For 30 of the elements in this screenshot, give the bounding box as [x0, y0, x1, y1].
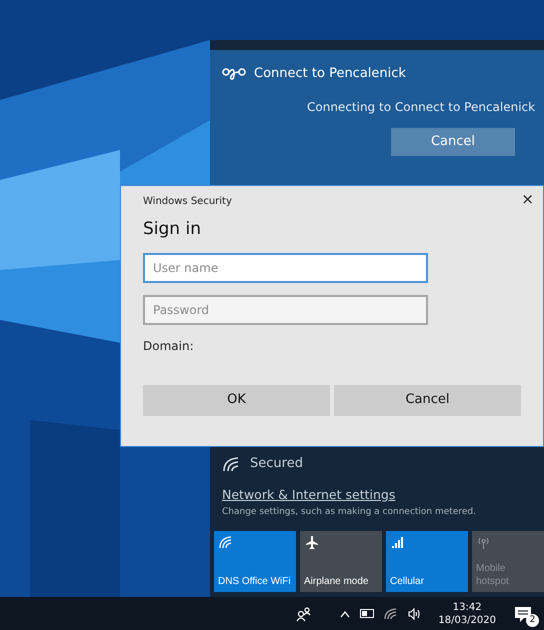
password-field[interactable]: Password [143, 294, 428, 324]
wifi-icon[interactable] [384, 608, 398, 620]
settings-hint: Change settings, such as making a connection metered. [222, 506, 477, 518]
clock-time[interactable]: 13:42 [438, 600, 496, 614]
dialog-title: Windows Security [143, 195, 233, 209]
signal-bars-icon [390, 535, 405, 550]
quick-action-tile[interactable]: DNS Office WiFi [214, 531, 296, 592]
cancel-button[interactable]: Cancel [391, 128, 515, 156]
network-icon [222, 66, 246, 81]
caret-icon[interactable] [340, 610, 350, 618]
antenna-icon [476, 535, 491, 550]
clock-date[interactable]: 18/03/2020 [438, 614, 496, 626]
people-icon[interactable] [296, 606, 312, 622]
battery-icon[interactable] [360, 609, 374, 618]
dialog-heading: Sign in [143, 218, 202, 241]
ok-button[interactable]: OK [143, 384, 330, 416]
airplane-icon [304, 535, 319, 550]
connection-title: Connect to Pencalenick [254, 65, 406, 83]
close-button[interactable]: × [516, 190, 539, 209]
network-settings-link[interactable]: Network & Internet settings [222, 486, 396, 502]
wifi-icon [218, 535, 233, 550]
notification-button[interactable]: 2 [514, 602, 536, 624]
network-status: Secured [250, 455, 303, 473]
notification-count: 2 [526, 614, 539, 626]
quick-action-tile[interactable]: Airplane mode [300, 531, 382, 592]
volume-icon[interactable] [408, 608, 422, 620]
quick-action-tile[interactable]: Cellular [386, 531, 468, 592]
username-field[interactable]: User name [143, 252, 428, 282]
cancel-button[interactable]: Cancel [334, 384, 521, 416]
domain-label: Domain: [143, 338, 195, 354]
